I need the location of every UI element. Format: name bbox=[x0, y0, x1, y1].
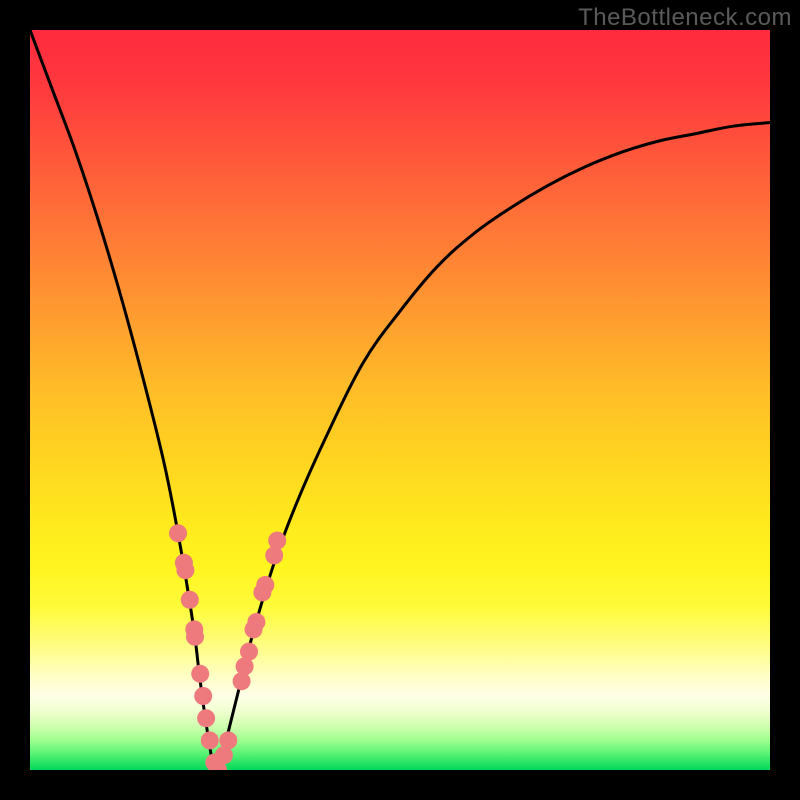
marker-dot bbox=[268, 532, 286, 550]
watermark-text: TheBottleneck.com bbox=[578, 4, 792, 32]
bottleneck-curve bbox=[30, 30, 770, 770]
marker-dot bbox=[181, 591, 199, 609]
marker-dot bbox=[194, 687, 212, 705]
marker-dot bbox=[191, 665, 209, 683]
marker-dot bbox=[247, 613, 265, 631]
marker-dot bbox=[219, 731, 237, 749]
marker-dot bbox=[240, 643, 258, 661]
marker-dot bbox=[201, 731, 219, 749]
marker-dot bbox=[176, 561, 194, 579]
plot-area bbox=[30, 30, 770, 770]
marker-dot bbox=[169, 524, 187, 542]
chart-frame: TheBottleneck.com bbox=[0, 0, 800, 800]
marker-cluster bbox=[169, 524, 286, 770]
bottleneck-curve-path bbox=[30, 30, 770, 770]
marker-dot bbox=[197, 709, 215, 727]
marker-dot bbox=[186, 628, 204, 646]
marker-dot bbox=[265, 546, 283, 564]
marker-dot bbox=[256, 576, 274, 594]
curve-layer bbox=[30, 30, 770, 770]
marker-dot bbox=[233, 672, 251, 690]
